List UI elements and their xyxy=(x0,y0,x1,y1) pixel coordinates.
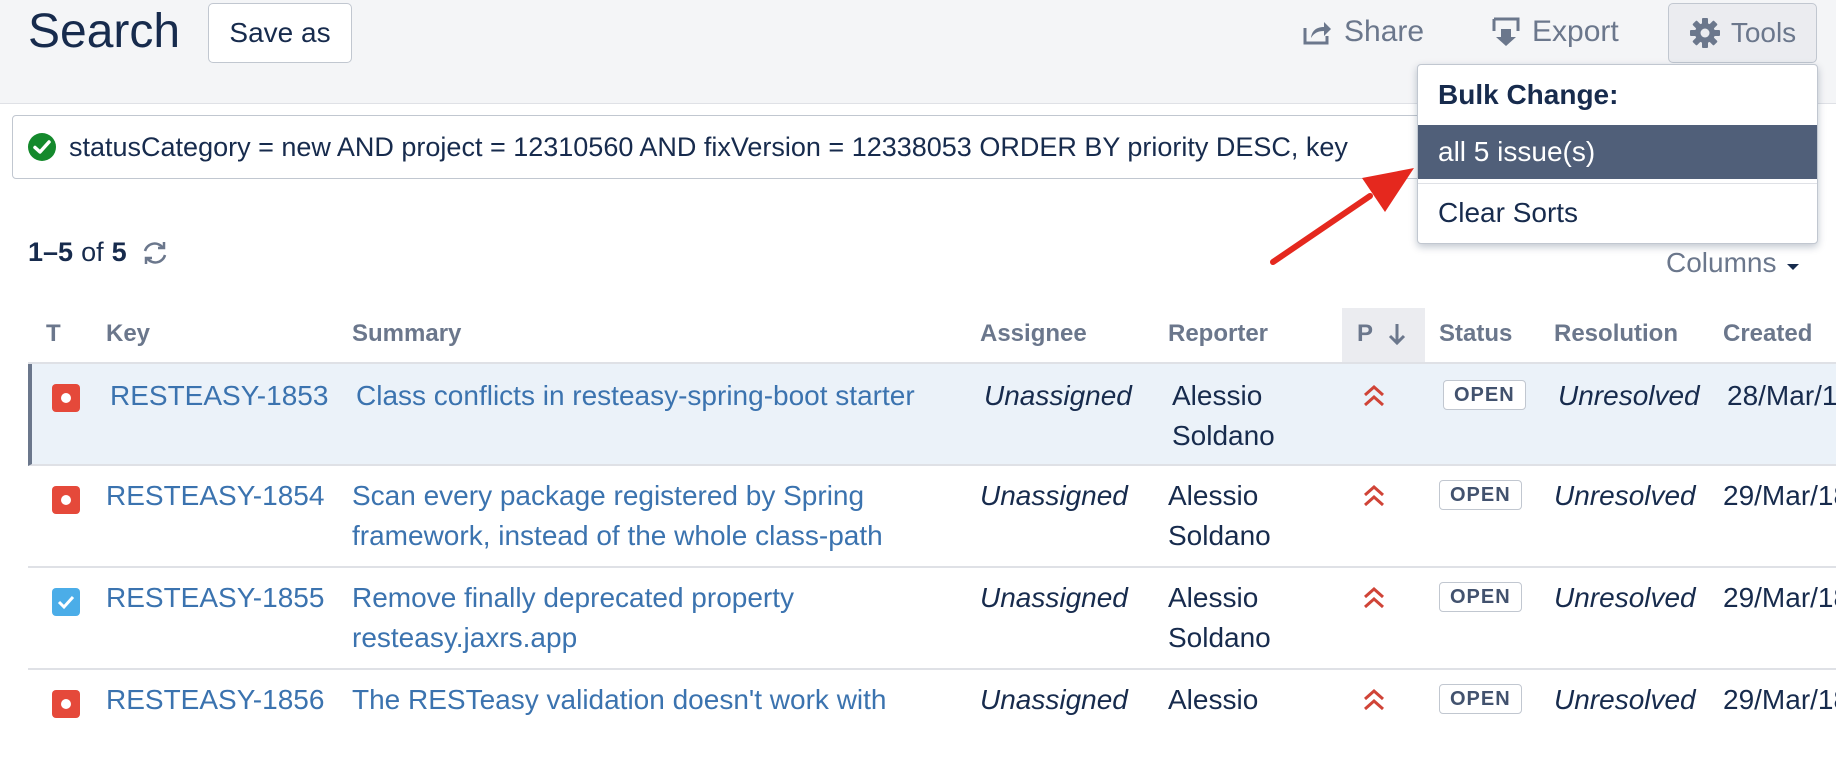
col-header-assignee[interactable]: Assignee xyxy=(980,320,1087,348)
share-icon xyxy=(1303,22,1331,45)
page-title: Search xyxy=(28,5,181,58)
col-header-resolution[interactable]: Resolution xyxy=(1554,320,1678,348)
results-total: 5 xyxy=(111,237,127,267)
valid-check-icon xyxy=(28,133,56,161)
jql-query-input[interactable]: statusCategory = new AND project = 12310… xyxy=(12,115,1442,179)
save-as-button[interactable]: Save as xyxy=(208,3,352,63)
results-count: 1–5 of 5 xyxy=(28,237,169,268)
issue-summary-link[interactable]: The RESTeasy validation doesn't work wit… xyxy=(352,680,932,720)
arrow-down-icon xyxy=(1388,324,1406,346)
issue-key-link[interactable]: RESTEASY-1854 xyxy=(106,476,324,516)
status-lozenge: OPEN xyxy=(1439,684,1522,714)
issue-key-link[interactable]: RESTEASY-1853 xyxy=(110,376,328,416)
col-header-type[interactable]: T xyxy=(46,320,61,348)
jql-query-text: statusCategory = new AND project = 12310… xyxy=(69,131,1348,162)
table-row[interactable]: RESTEASY-1856 The RESTeasy validation do… xyxy=(28,670,1836,772)
col-header-priority-label: P xyxy=(1357,320,1374,347)
reporter[interactable]: Alessio xyxy=(1168,680,1328,720)
issue-summary-link[interactable]: Remove finally deprecated property reste… xyxy=(352,578,932,658)
bulk-change-all-issues-item[interactable]: all 5 issue(s) xyxy=(1418,125,1817,179)
priority-highest-icon xyxy=(1364,586,1384,609)
priority-highest-icon xyxy=(1364,484,1384,507)
caret-down-icon xyxy=(1786,247,1800,279)
priority-highest-icon xyxy=(1364,384,1384,407)
results-of: of xyxy=(81,237,104,267)
share-label: Share xyxy=(1344,15,1425,48)
created-date: 28/Mar/18 xyxy=(1727,380,1836,411)
status-lozenge: OPEN xyxy=(1443,380,1526,410)
status-lozenge: OPEN xyxy=(1439,480,1522,510)
export-button[interactable]: Export xyxy=(1492,12,1619,52)
reporter[interactable]: Alessio Soldano xyxy=(1172,376,1332,456)
bulk-change-heading: Bulk Change: xyxy=(1438,79,1619,110)
share-button[interactable]: Share xyxy=(1302,12,1424,52)
export-icon xyxy=(1492,17,1520,46)
refresh-icon[interactable] xyxy=(141,239,169,267)
bug-icon xyxy=(52,486,80,514)
col-header-status[interactable]: Status xyxy=(1439,320,1512,348)
clear-sorts-item[interactable]: Clear Sorts xyxy=(1438,197,1578,229)
issue-key-link[interactable]: RESTEASY-1855 xyxy=(106,578,324,618)
assignee: Unassigned xyxy=(984,380,1132,411)
menu-divider xyxy=(1418,183,1817,184)
tools-button[interactable]: Tools xyxy=(1668,3,1817,63)
priority-highest-icon xyxy=(1364,688,1384,711)
issue-summary-link[interactable]: Class conflicts in resteasy-spring-boot … xyxy=(356,376,936,416)
col-header-summary[interactable]: Summary xyxy=(352,320,461,348)
table-row[interactable]: RESTEASY-1855 Remove finally deprecated … xyxy=(28,568,1836,670)
columns-label: Columns xyxy=(1666,247,1777,278)
resolution: Unresolved xyxy=(1558,380,1700,411)
task-icon xyxy=(52,588,80,616)
reporter[interactable]: Alessio Soldano xyxy=(1168,578,1328,658)
col-header-reporter[interactable]: Reporter xyxy=(1168,320,1268,348)
reporter[interactable]: Alessio Soldano xyxy=(1168,476,1328,556)
resolution: Unresolved xyxy=(1554,480,1696,511)
bug-icon xyxy=(52,384,80,412)
columns-button[interactable]: Columns xyxy=(1666,247,1800,279)
assignee: Unassigned xyxy=(980,480,1128,511)
resolution: Unresolved xyxy=(1554,582,1696,613)
created-date: 29/Mar/18 xyxy=(1723,582,1836,613)
col-header-key[interactable]: Key xyxy=(106,320,150,348)
col-header-created[interactable]: Created xyxy=(1723,320,1812,348)
status-lozenge: OPEN xyxy=(1439,582,1522,612)
issue-key-link[interactable]: RESTEASY-1856 xyxy=(106,680,324,720)
created-date: 29/Mar/18 xyxy=(1723,684,1836,715)
results-range: 1–5 xyxy=(28,237,74,267)
table-row[interactable]: RESTEASY-1853 Class conflicts in resteas… xyxy=(28,364,1836,466)
col-header-priority[interactable]: P xyxy=(1357,320,1407,348)
tools-label: Tools xyxy=(1730,17,1797,48)
table-row[interactable]: RESTEASY-1854 Scan every package registe… xyxy=(28,466,1836,568)
export-label: Export xyxy=(1532,15,1619,48)
assignee: Unassigned xyxy=(980,684,1128,715)
issue-summary-link[interactable]: Scan every package registered by Spring … xyxy=(352,476,932,556)
resolution: Unresolved xyxy=(1554,684,1696,715)
tools-dropdown-menu: Bulk Change: all 5 issue(s) Clear Sorts xyxy=(1417,64,1818,244)
assignee: Unassigned xyxy=(980,582,1128,613)
created-date: 29/Mar/18 xyxy=(1723,480,1836,511)
bug-icon xyxy=(52,690,80,718)
gear-icon xyxy=(1689,18,1720,48)
